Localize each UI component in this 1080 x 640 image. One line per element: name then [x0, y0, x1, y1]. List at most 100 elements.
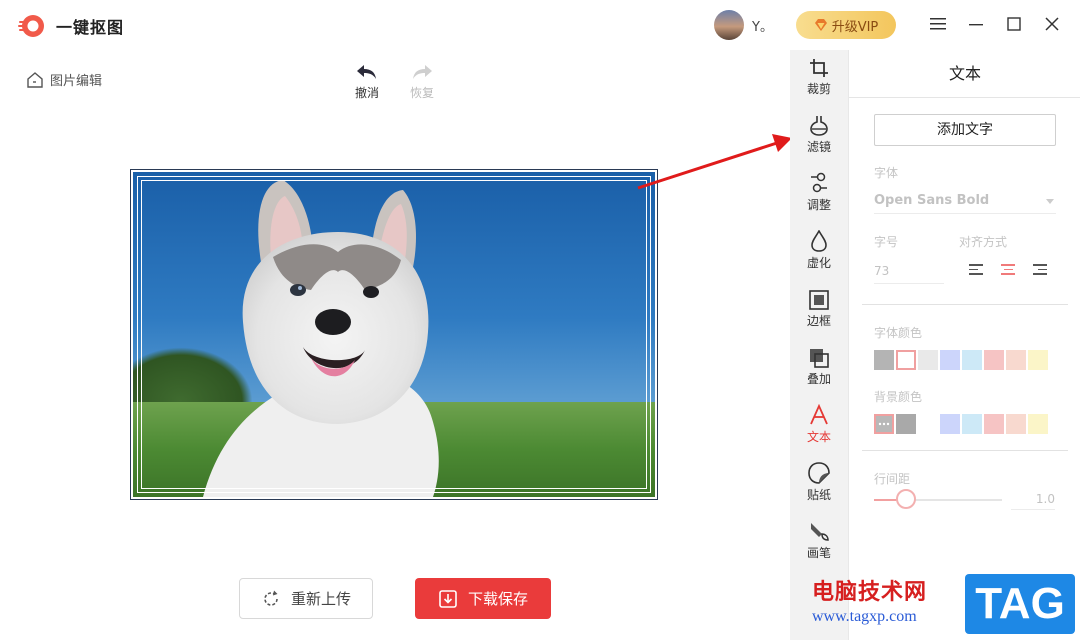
- avatar[interactable]: [714, 10, 744, 40]
- tool-label: 叠加: [806, 372, 831, 386]
- menu-button[interactable]: [926, 12, 950, 36]
- image-canvas[interactable]: [130, 169, 658, 500]
- tool-brush[interactable]: 画笔: [790, 516, 848, 574]
- annotation-arrow: [637, 134, 792, 190]
- bg-color-swatch[interactable]: [940, 414, 960, 434]
- undo-button[interactable]: 撤消: [347, 60, 387, 101]
- reupload-button[interactable]: 重新上传: [239, 578, 373, 619]
- breadcrumb-label: 图片编辑: [50, 74, 103, 89]
- tool-label: 贴纸: [806, 488, 831, 502]
- border-frame-icon: [809, 290, 829, 310]
- align-right-button[interactable]: [1033, 264, 1049, 278]
- align-left-button[interactable]: [969, 264, 985, 278]
- text-a-icon: [810, 404, 828, 425]
- watermark: 电脑技术网 www.tagxp.com: [812, 574, 927, 626]
- font-color-swatch[interactable]: [874, 350, 894, 370]
- tool-filter[interactable]: 滤镜: [790, 110, 848, 168]
- tool-crop[interactable]: 裁剪: [790, 52, 848, 110]
- user-account[interactable]: Y。: [714, 10, 773, 40]
- panel-title: 文本: [849, 50, 1080, 98]
- redo-label: 恢复: [409, 86, 434, 100]
- tool-rail: 裁剪 滤镜 调整 虚化 边框 叠加 文本 贴纸 画笔: [790, 50, 848, 640]
- tool-label: 裁剪: [806, 82, 831, 96]
- bg-color-swatch[interactable]: [874, 414, 894, 434]
- redo-button[interactable]: 恢复: [402, 60, 442, 101]
- font-color-swatch[interactable]: [1006, 350, 1026, 370]
- watermark-site: 电脑技术网: [812, 579, 928, 604]
- breadcrumb[interactable]: 图片编辑: [26, 70, 102, 89]
- tool-label: 调整: [806, 198, 831, 212]
- font-color-swatch[interactable]: [896, 350, 916, 370]
- text-settings-panel: 文本 添加文字 字体 Open Sans Bold 字号 对齐方式 73 字体颜…: [848, 50, 1080, 640]
- vip-label: 升级VIP: [831, 19, 879, 35]
- home-icon: [27, 71, 43, 88]
- close-icon: [1045, 17, 1059, 31]
- bg-color-swatch[interactable]: [1028, 414, 1048, 434]
- refresh-icon: [264, 590, 278, 606]
- tool-text[interactable]: 文本: [790, 400, 848, 458]
- undo-icon: [357, 65, 376, 79]
- husky-photo: [133, 172, 655, 497]
- bg-color-swatch[interactable]: [984, 414, 1004, 434]
- filter-icon: [810, 116, 828, 136]
- bg-color-swatch[interactable]: [962, 414, 982, 434]
- line-spacing-label: 行间距: [874, 472, 911, 486]
- bg-color-swatches: [874, 414, 1048, 434]
- font-value: Open Sans Bold: [874, 193, 990, 208]
- font-color-swatch[interactable]: [1028, 350, 1048, 370]
- line-spacing-value[interactable]: 1.0: [1011, 488, 1055, 510]
- download-icon: [439, 589, 457, 608]
- redo-icon: [413, 65, 432, 79]
- add-text-button[interactable]: 添加文字: [874, 114, 1056, 146]
- font-select[interactable]: Open Sans Bold: [874, 190, 1056, 214]
- minimize-button[interactable]: [964, 12, 988, 36]
- tool-sticker[interactable]: 贴纸: [790, 458, 848, 516]
- tool-label: 文本: [806, 430, 831, 444]
- tool-overlay[interactable]: 叠加: [790, 342, 848, 400]
- blur-drop-icon: [811, 230, 827, 252]
- bg-color-swatch[interactable]: [1006, 414, 1026, 434]
- font-color-swatches: [874, 350, 1048, 370]
- slider-thumb[interactable]: [896, 489, 916, 509]
- font-size-input[interactable]: 73: [874, 260, 944, 284]
- maximize-button[interactable]: [1002, 12, 1026, 36]
- tool-label: 滤镜: [806, 140, 831, 154]
- size-label: 字号: [874, 235, 899, 249]
- reupload-label: 重新上传: [290, 590, 351, 608]
- tool-label: 虚化: [806, 256, 831, 270]
- tool-blur[interactable]: 虚化: [790, 226, 848, 284]
- tool-border[interactable]: 边框: [790, 284, 848, 342]
- undo-label: 撤消: [354, 86, 379, 100]
- align-center-button[interactable]: [1001, 264, 1017, 278]
- close-button[interactable]: [1040, 12, 1064, 36]
- line-spacing-slider[interactable]: [874, 499, 1002, 501]
- adjust-icon: [811, 172, 827, 193]
- watermark-url: www.tagxp.com: [812, 608, 917, 625]
- vip-gem-icon: [814, 19, 827, 31]
- crop-icon: [810, 59, 828, 77]
- tool-adjust[interactable]: 调整: [790, 168, 848, 226]
- bg-color-label: 背景颜色: [874, 390, 923, 404]
- chevron-down-icon: [1046, 199, 1054, 204]
- brush-icon: [811, 523, 829, 541]
- font-color-swatch[interactable]: [962, 350, 982, 370]
- tool-label: 边框: [806, 314, 831, 328]
- bg-color-swatch[interactable]: [918, 414, 938, 434]
- app-window: 一键抠图 Y。 升级VIP 图片编辑 撤消 恢复 重新上传 下载保存 裁剪 滤镜…: [0, 0, 1080, 640]
- minimize-icon: [969, 24, 983, 26]
- align-label: 对齐方式: [959, 235, 1008, 249]
- upgrade-vip-button[interactable]: 升级VIP: [796, 11, 896, 39]
- font-color-swatch[interactable]: [918, 350, 938, 370]
- hamburger-icon: [930, 18, 946, 30]
- download-save-button[interactable]: 下载保存: [415, 578, 551, 619]
- app-title: 一键抠图: [56, 18, 125, 37]
- bg-color-swatch[interactable]: [896, 414, 916, 434]
- font-label: 字体: [874, 166, 899, 180]
- font-color-swatch[interactable]: [984, 350, 1004, 370]
- user-name: Y。: [752, 19, 773, 35]
- watermark-tag: TAG: [965, 574, 1075, 634]
- font-color-swatch[interactable]: [940, 350, 960, 370]
- sticker-icon: [808, 462, 830, 484]
- tool-label: 画笔: [806, 546, 831, 560]
- more-dots-icon: [878, 422, 890, 426]
